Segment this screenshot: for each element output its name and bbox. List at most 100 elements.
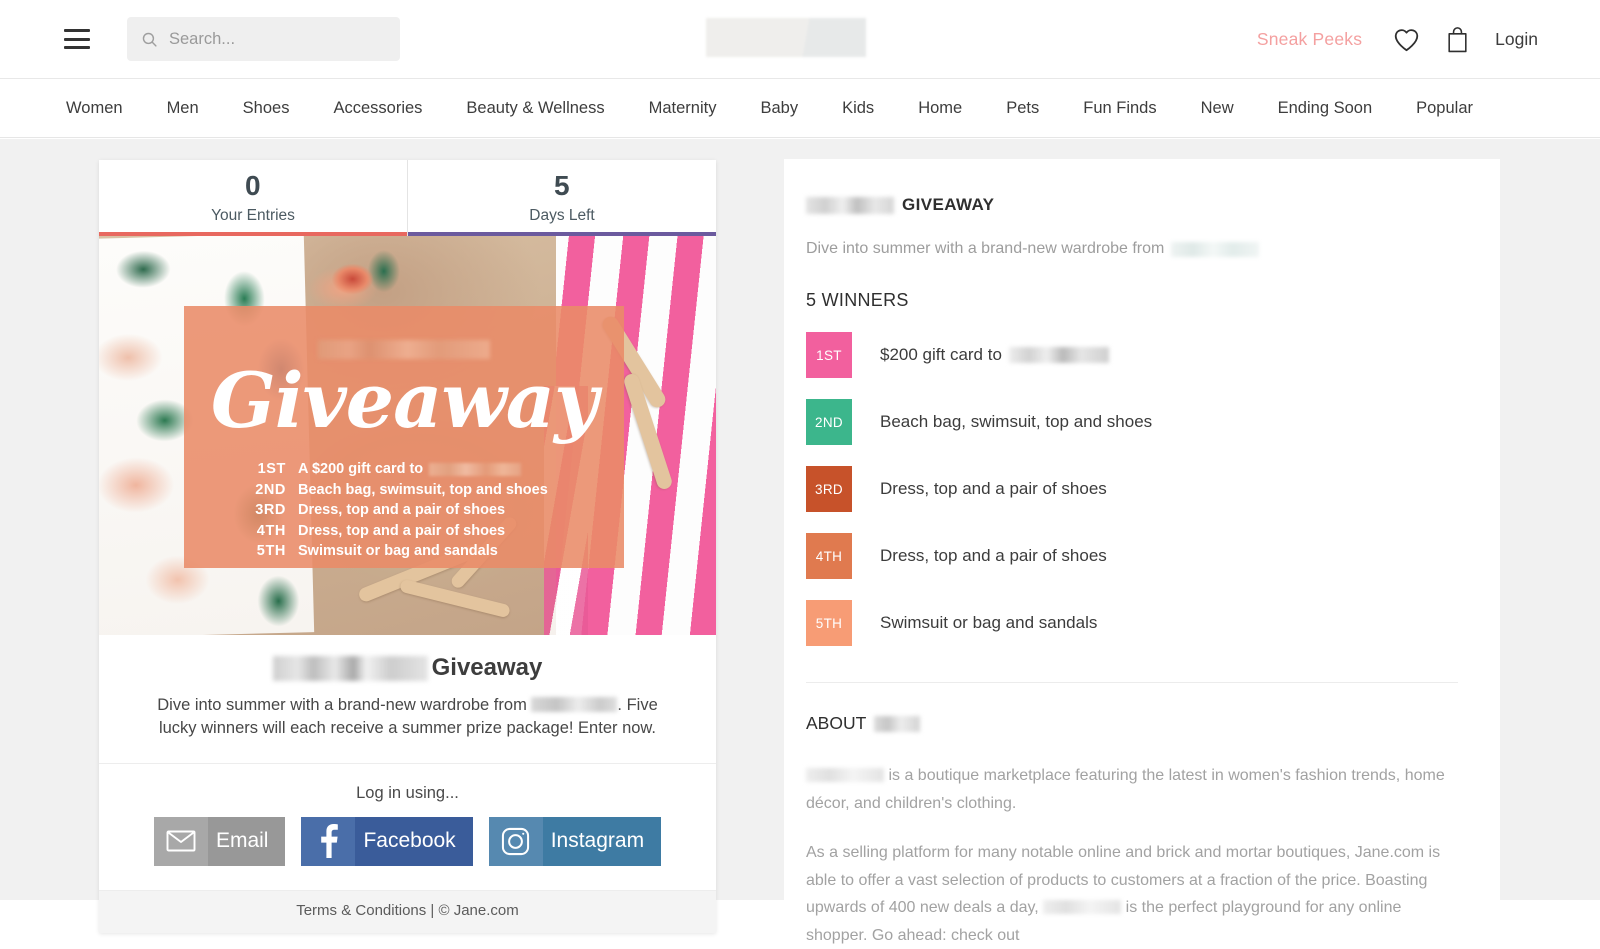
prize-rank: 1ST: [240, 459, 286, 480]
winner-prize-brand-blurred: [1009, 347, 1109, 363]
panel-subheading-brand-blurred: [1171, 242, 1259, 257]
prize-brand-blurred: [429, 463, 521, 476]
giveaway-entry-card: 0 Your Entries 5 Days Left: [99, 160, 716, 933]
prize-rank: 3RD: [240, 500, 286, 521]
hamburger-line: [64, 46, 90, 49]
winner-prize: Dress, top and a pair of shoes: [880, 479, 1107, 499]
panel-subheading-text: Dive into summer with a brand-new wardro…: [806, 240, 1164, 258]
prize-desc-text: A $200 gift card to: [298, 459, 423, 480]
winner-badge-3rd: 3RD: [806, 466, 852, 512]
search-input[interactable]: [169, 30, 386, 49]
giveaway-banner-image: Giveaway 1ST A $200 gift card to 2ND Bea…: [99, 236, 716, 635]
nav-item-fun-finds[interactable]: Fun Finds: [1061, 99, 1178, 118]
category-navigation: Women Men Shoes Accessories Beauty & Wel…: [0, 79, 1600, 138]
banner-prize-row: 1ST A $200 gift card to: [240, 459, 624, 480]
prize-rank: 4TH: [240, 521, 286, 542]
facebook-login-label: Facebook: [355, 817, 472, 866]
facebook-login-button[interactable]: Facebook: [301, 817, 472, 866]
winners-list: 1ST $200 gift card to 2ND Beach bag, swi…: [806, 332, 1458, 646]
nav-item-kids[interactable]: Kids: [820, 99, 896, 118]
winner-row: 5TH Swimsuit or bag and sandals: [806, 600, 1458, 646]
winner-prize: Dress, top and a pair of shoes: [880, 546, 1107, 566]
banner-prize-row: 2ND Beach bag, swimsuit, top and shoes: [240, 480, 624, 501]
winner-badge-2nd: 2ND: [806, 399, 852, 445]
nav-item-pets[interactable]: Pets: [984, 99, 1061, 118]
entries-count: 0: [245, 171, 261, 200]
stat-your-entries: 0 Your Entries: [99, 160, 407, 236]
facebook-icon-pane: [301, 817, 355, 866]
banner-prize-row: 4TH Dress, top and a pair of shoes: [240, 521, 624, 542]
prize-rank: 2ND: [240, 480, 286, 501]
nav-item-accessories[interactable]: Accessories: [311, 99, 444, 118]
hamburger-line: [64, 38, 90, 41]
panel-heading-text: GIVEAWAY: [902, 195, 994, 215]
card-title-text: Giveaway: [432, 654, 543, 682]
top-header-bar: Sneak Peeks Login: [0, 0, 1600, 79]
instagram-icon-pane: [489, 817, 543, 866]
nav-item-shoes[interactable]: Shoes: [221, 99, 312, 118]
nav-item-new[interactable]: New: [1179, 99, 1256, 118]
page-body: 0 Your Entries 5 Days Left: [0, 139, 1600, 900]
email-icon-pane: [154, 817, 208, 866]
hamburger-menu-icon[interactable]: [64, 29, 90, 49]
winner-prize: Swimsuit or bag and sandals: [880, 613, 1097, 633]
terms-and-conditions[interactable]: Terms & Conditions | © Jane.com: [99, 890, 716, 933]
search-bar[interactable]: [127, 17, 400, 61]
stats-row: 0 Your Entries 5 Days Left: [99, 160, 716, 236]
winner-badge-4th: 4TH: [806, 533, 852, 579]
email-login-label: Email: [208, 817, 286, 866]
card-description-brand-blurred: [531, 697, 617, 712]
giveaway-details-panel: GIVEAWAY Dive into summer with a brand-n…: [784, 159, 1500, 920]
cart-button[interactable]: [1446, 26, 1469, 53]
facebook-icon: [318, 824, 338, 858]
about-brand-blurred: [1043, 900, 1121, 914]
nav-item-maternity[interactable]: Maternity: [627, 99, 739, 118]
nav-item-baby[interactable]: Baby: [738, 99, 820, 118]
about-heading-text: ABOUT: [806, 713, 866, 734]
winner-prize-text: $200 gift card to: [880, 345, 1002, 365]
prize-desc: Dress, top and a pair of shoes: [298, 521, 505, 542]
hamburger-line: [64, 29, 90, 32]
days-left-label: Days Left: [529, 207, 594, 225]
sneak-peeks-link[interactable]: Sneak Peeks: [1257, 29, 1362, 50]
entries-label: Your Entries: [211, 207, 295, 225]
banner-title: Giveaway: [184, 363, 624, 439]
heart-icon: [1393, 27, 1420, 52]
site-logo-blurred[interactable]: [706, 18, 866, 57]
winner-badge-5th: 5TH: [806, 600, 852, 646]
card-title-brand-blurred: [273, 656, 428, 681]
instagram-login-label: Instagram: [543, 817, 661, 866]
social-login-buttons: Email Facebook: [99, 817, 716, 866]
winner-row: 1ST $200 gift card to: [806, 332, 1458, 378]
nav-item-ending-soon[interactable]: Ending Soon: [1256, 99, 1395, 118]
nav-item-men[interactable]: Men: [145, 99, 221, 118]
stat-days-left: 5 Days Left: [407, 160, 716, 236]
about-brand-blurred: [806, 768, 884, 782]
login-section: Log in using... Email: [99, 763, 716, 890]
email-login-button[interactable]: Email: [154, 817, 286, 866]
banner-brand-blurred: [318, 340, 490, 359]
search-icon: [141, 31, 158, 48]
winner-row: 2ND Beach bag, swimsuit, top and shoes: [806, 399, 1458, 445]
instagram-login-button[interactable]: Instagram: [489, 817, 661, 866]
banner-overlay: Giveaway 1ST A $200 gift card to 2ND Bea…: [184, 306, 624, 568]
banner-prize-row: 3RD Dress, top and a pair of shoes: [240, 500, 624, 521]
wishlist-button[interactable]: [1393, 27, 1420, 52]
nav-item-beauty-wellness[interactable]: Beauty & Wellness: [444, 99, 626, 118]
winner-badge-1st: 1ST: [806, 332, 852, 378]
about-heading-brand-blurred: [874, 716, 920, 732]
login-link[interactable]: Login: [1495, 29, 1538, 50]
winner-row: 4TH Dress, top and a pair of shoes: [806, 533, 1458, 579]
nav-item-home[interactable]: Home: [896, 99, 984, 118]
envelope-icon: [166, 830, 196, 852]
prize-rank: 5TH: [240, 541, 286, 562]
nav-item-women[interactable]: Women: [66, 99, 145, 118]
nav-item-popular[interactable]: Popular: [1394, 99, 1495, 118]
card-description-before: Dive into summer with a brand-new wardro…: [157, 696, 527, 714]
prize-desc: A $200 gift card to: [298, 459, 521, 480]
banner-prize-row: 5TH Swimsuit or bag and sandals: [240, 541, 624, 562]
winner-prize: Beach bag, swimsuit, top and shoes: [880, 412, 1152, 432]
winners-heading: 5 WINNERS: [806, 290, 1458, 311]
prize-desc: Beach bag, swimsuit, top and shoes: [298, 480, 548, 501]
panel-heading: GIVEAWAY: [806, 195, 1458, 215]
